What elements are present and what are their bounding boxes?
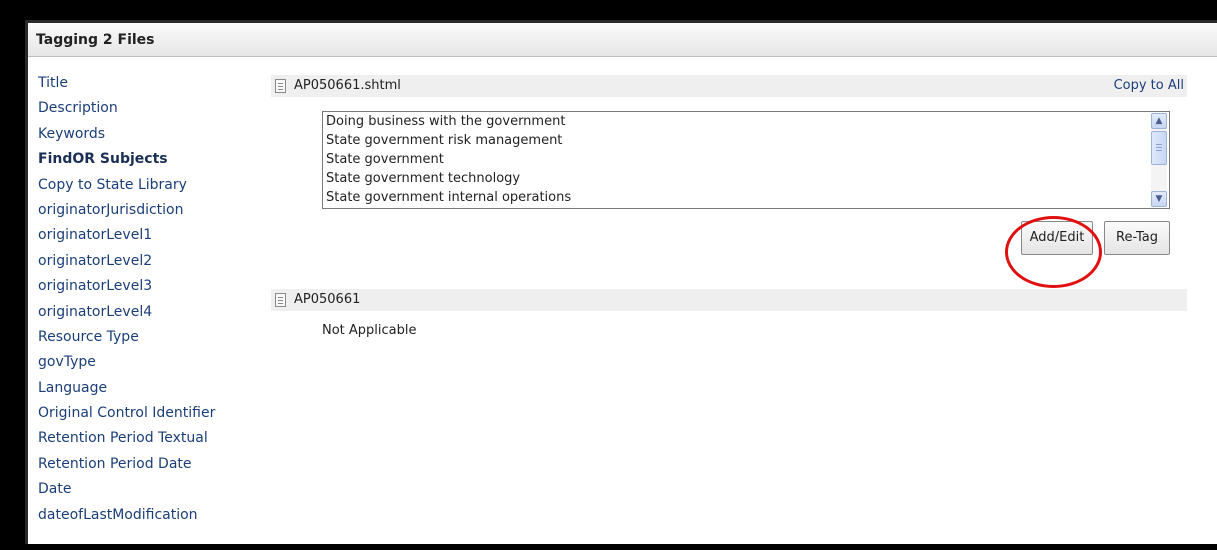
sidebar-item-originator-level4[interactable]: originatorLevel4 — [38, 300, 253, 325]
scrollbar-thumb[interactable] — [1151, 131, 1167, 165]
add-edit-button[interactable]: Add/Edit — [1021, 221, 1093, 255]
sidebar-item-date[interactable]: Date — [38, 477, 253, 502]
scroll-down-icon[interactable]: ▼ — [1151, 191, 1167, 207]
outer-frame: Tagging 2 Files Title Description Keywor… — [5, 5, 1217, 544]
sidebar-item-resource-type[interactable]: Resource Type — [38, 325, 253, 350]
scroll-up-icon[interactable]: ▲ — [1151, 113, 1167, 129]
window-titlebar: Tagging 2 Files — [28, 23, 1217, 57]
sidebar-item-retention-period-textual[interactable]: Retention Period Textual — [38, 426, 253, 451]
sidebar-item-keywords[interactable]: Keywords — [38, 122, 253, 147]
sidebar-item-retention-period-date[interactable]: Retention Period Date — [38, 452, 253, 477]
sidebar-item-gov-type[interactable]: govType — [38, 350, 253, 375]
window-title: Tagging 2 Files — [36, 32, 155, 48]
sidebar-item-date-of-last-modification[interactable]: dateofLastModification — [38, 503, 253, 528]
subjects-listbox[interactable]: Doing business with the government State… — [322, 111, 1170, 209]
file-header-1: AP050661.shtml Copy to All — [271, 75, 1187, 97]
retag-button[interactable]: Re-Tag — [1104, 221, 1170, 255]
copy-to-all-link[interactable]: Copy to All — [1114, 78, 1184, 93]
document-icon — [275, 79, 286, 93]
field-sidebar: Title Description Keywords FindOR Subjec… — [38, 71, 253, 528]
sidebar-item-originator-level3[interactable]: originatorLevel3 — [38, 274, 253, 299]
tagging-window: Tagging 2 Files Title Description Keywor… — [25, 20, 1217, 544]
sidebar-item-description[interactable]: Description — [38, 96, 253, 121]
not-applicable-text: Not Applicable — [322, 323, 417, 338]
list-item[interactable]: State government internal operations — [323, 188, 1169, 207]
list-item[interactable]: Doing business with the government — [323, 112, 1169, 131]
sidebar-item-original-control-identifier[interactable]: Original Control Identifier — [38, 401, 253, 426]
file-name: AP050661 — [294, 292, 361, 307]
sidebar-item-language[interactable]: Language — [38, 376, 253, 401]
list-item[interactable]: State government technology — [323, 169, 1169, 188]
list-item[interactable]: State government risk management — [323, 131, 1169, 150]
sidebar-item-title[interactable]: Title — [38, 71, 253, 96]
sidebar-item-originator-jurisdiction[interactable]: originatorJurisdiction — [38, 198, 253, 223]
file-name: AP050661.shtml — [294, 78, 401, 93]
sidebar-item-findor-subjects[interactable]: FindOR Subjects — [38, 147, 253, 172]
list-item[interactable]: State government — [323, 150, 1169, 169]
file-header-2: AP050661 — [271, 289, 1187, 311]
sidebar-item-copy-to-state-library[interactable]: Copy to State Library — [38, 173, 253, 198]
document-icon — [275, 293, 286, 307]
sidebar-item-originator-level2[interactable]: originatorLevel2 — [38, 249, 253, 274]
sidebar-item-originator-level1[interactable]: originatorLevel1 — [38, 223, 253, 248]
listbox-scrollbar[interactable]: ▲ ▼ — [1151, 113, 1167, 207]
